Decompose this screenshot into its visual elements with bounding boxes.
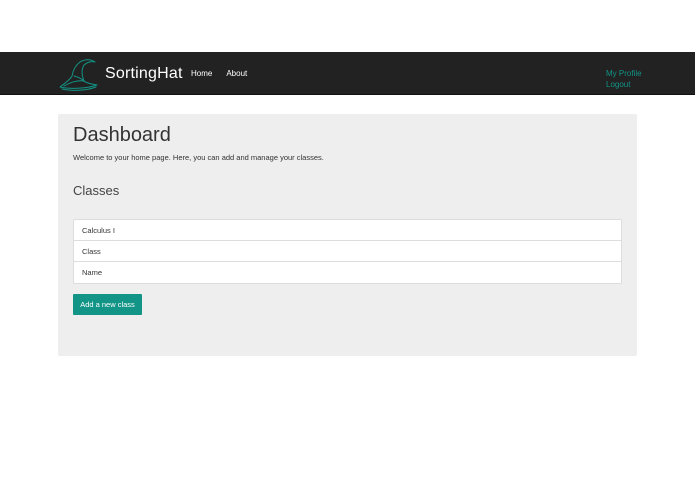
welcome-text: Welcome to your home page. Here, you can… <box>73 153 324 162</box>
class-list-item[interactable]: Class <box>74 241 621 262</box>
nav-about-link[interactable]: About <box>219 52 254 95</box>
classes-heading: Classes <box>73 183 120 198</box>
page-title: Dashboard <box>73 124 171 146</box>
nav-home-link[interactable]: Home <box>184 52 219 95</box>
nav-user-links: My Profile Logout <box>606 68 642 90</box>
logout-link[interactable]: Logout <box>606 79 642 90</box>
class-list-item[interactable]: Calculus I <box>74 220 621 241</box>
add-class-button[interactable]: Add a new class <box>73 294 142 315</box>
brand-link[interactable]: SortingHat <box>56 56 183 92</box>
dashboard-panel: Dashboard Welcome to your home page. Her… <box>58 114 637 356</box>
my-profile-link[interactable]: My Profile <box>606 68 642 79</box>
class-list-item[interactable]: Name <box>74 262 621 283</box>
brand-name: SortingHat <box>105 65 183 82</box>
navbar: SortingHat Home About My Profile Logout <box>0 52 695 95</box>
wizard-hat-icon <box>59 59 98 91</box>
nav-links: Home About <box>184 52 254 95</box>
class-list: Calculus I Class Name <box>73 219 622 284</box>
